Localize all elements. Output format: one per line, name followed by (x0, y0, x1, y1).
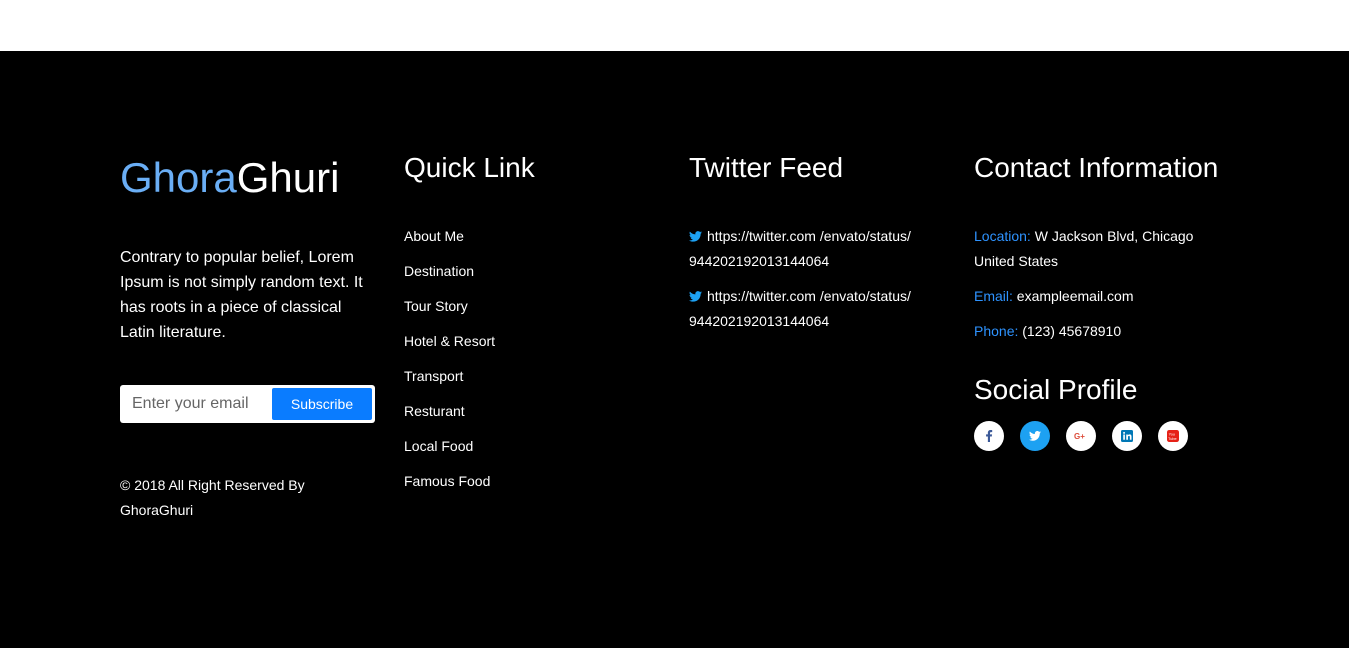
contact-details: Location: W Jackson Blvd, Chicago United… (974, 224, 1224, 354)
quick-link-tour-story[interactable]: Tour Story (404, 298, 468, 314)
google-plus-icon[interactable]: G+ (1066, 421, 1096, 451)
quick-link-about-me[interactable]: About Me (404, 228, 464, 244)
list-item: Transport (404, 364, 495, 399)
quick-link-destination[interactable]: Destination (404, 263, 474, 279)
social-profile-heading: Social Profile (974, 374, 1138, 405)
twitter-bird-icon (689, 291, 702, 302)
contact-location: Location: W Jackson Blvd, Chicago United… (974, 224, 1224, 274)
quick-link-transport[interactable]: Transport (404, 368, 463, 384)
email-label: Email: (974, 288, 1013, 304)
contact-email: Email: exampleemail.com (974, 284, 1224, 309)
quick-link-hotel-resort[interactable]: Hotel & Resort (404, 333, 495, 349)
quick-link-resturant[interactable]: Resturant (404, 403, 465, 419)
about-text: Contrary to popular belief, Lorem Ipsum … (120, 249, 363, 341)
phone-label: Phone: (974, 323, 1019, 339)
quick-link-local-food[interactable]: Local Food (404, 438, 473, 454)
twitter-bird-icon (689, 231, 702, 242)
tweet-link[interactable]: https://twitter.com /envato/status/ 9442… (689, 228, 911, 269)
youtube-icon[interactable]: You Tube (1158, 421, 1188, 451)
email-value[interactable]: exampleemail.com (1017, 288, 1134, 304)
quick-link-list: About Me Destination Tour Story Hotel & … (404, 224, 495, 504)
linkedin-icon[interactable] (1112, 421, 1142, 451)
brand-part-1: Ghora (120, 154, 237, 201)
brand-part-2: Ghuri (236, 154, 340, 201)
social-icons: G+ You Tube (974, 421, 1188, 451)
list-item: Famous Food (404, 469, 495, 504)
subscribe-form: Subscribe (120, 385, 375, 423)
subscribe-button[interactable]: Subscribe (272, 388, 372, 420)
location-label: Location: (974, 228, 1031, 244)
quick-link-famous-food[interactable]: Famous Food (404, 473, 490, 489)
list-item: About Me (404, 224, 495, 259)
svg-text:You: You (1169, 432, 1175, 436)
tweet-link[interactable]: https://twitter.com /envato/status/ 9442… (689, 288, 911, 329)
tweet-list: https://twitter.com /envato/status/ 9442… (689, 224, 929, 344)
email-input[interactable] (122, 387, 270, 421)
footer: GhoraGhuri Contrary to popular belief, L… (0, 51, 1349, 648)
brand-logo[interactable]: GhoraGhuri (120, 153, 339, 203)
tweet-item: https://twitter.com /envato/status/ 9442… (689, 284, 929, 334)
twitter-feed-heading: Twitter Feed (689, 152, 844, 183)
facebook-icon[interactable] (974, 421, 1004, 451)
list-item: Tour Story (404, 294, 495, 329)
contact-phone: Phone: (123) 45678910 (974, 319, 1224, 344)
list-item: Destination (404, 259, 495, 294)
contact-heading: Contact Information (974, 152, 1219, 183)
top-white-band (0, 0, 1349, 51)
svg-text:Tube: Tube (1168, 437, 1176, 441)
twitter-icon[interactable] (1020, 421, 1050, 451)
list-item: Local Food (404, 434, 495, 469)
list-item: Hotel & Resort (404, 329, 495, 364)
phone-value[interactable]: (123) 45678910 (1022, 323, 1121, 339)
copyright-text: © 2018 All Right Reserved By GhoraGhuri (120, 477, 305, 518)
tweet-item: https://twitter.com /envato/status/ 9442… (689, 224, 929, 274)
quick-link-heading: Quick Link (404, 152, 535, 183)
svg-text:G+: G+ (1074, 432, 1085, 441)
list-item: Resturant (404, 399, 495, 434)
